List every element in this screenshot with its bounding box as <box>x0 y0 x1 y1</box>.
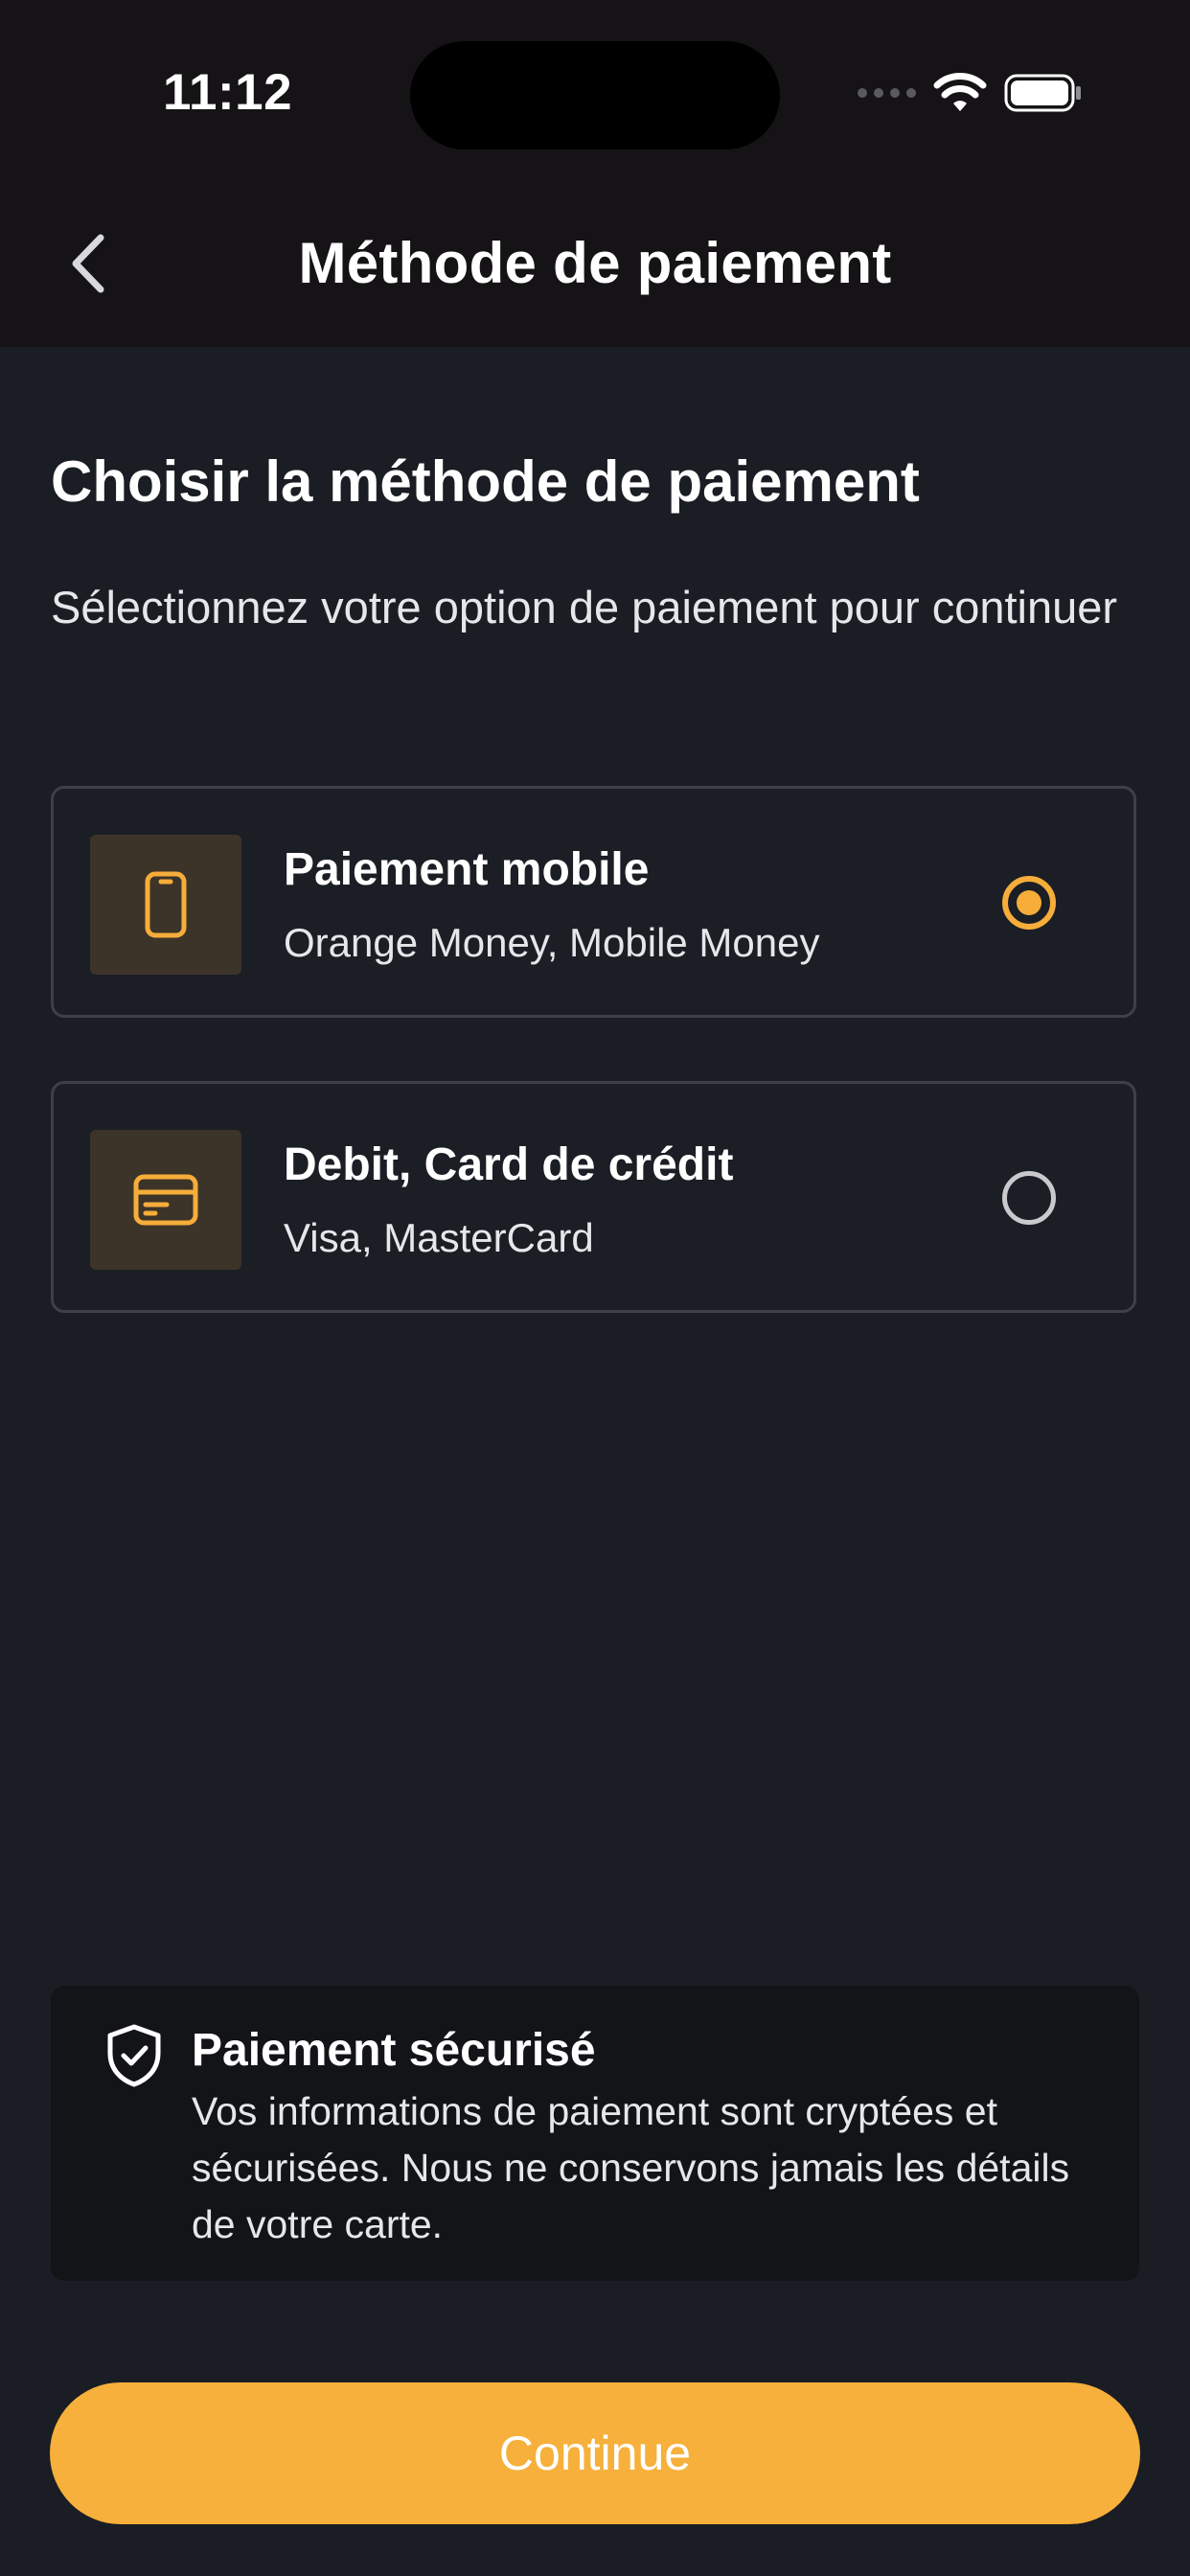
secure-payment-notice: Paiement sécurisé Vos informations de pa… <box>51 1986 1139 2281</box>
payment-method-screen: 11:12 Méthode de paiement Choisir la mét… <box>0 0 1190 2576</box>
battery-icon <box>1004 74 1081 112</box>
continue-button[interactable]: Continue <box>50 2382 1140 2524</box>
payment-option-mobile[interactable]: Paiement mobile Orange Money, Mobile Mon… <box>51 786 1136 1018</box>
signal-dots-icon <box>858 88 916 98</box>
option-title: Paiement mobile <box>284 844 650 895</box>
payment-option-card[interactable]: Debit, Card de crédit Visa, MasterCard <box>51 1081 1136 1313</box>
option-title: Debit, Card de crédit <box>284 1139 734 1190</box>
nav-title: Méthode de paiement <box>298 231 892 295</box>
dynamic-island <box>410 41 780 150</box>
option-icon-tile <box>90 1130 241 1270</box>
page-title: Choisir la méthode de paiement <box>51 449 920 514</box>
shield-check-icon <box>107 2024 161 2087</box>
secure-title: Paiement sécurisé <box>192 2025 596 2076</box>
page-subtitle: Sélectionnez votre option de paiement po… <box>51 582 1118 632</box>
option-subtitle: Visa, MasterCard <box>284 1215 594 1260</box>
credit-card-icon <box>133 1174 198 1226</box>
status-icons <box>858 73 1083 113</box>
option-icon-tile <box>90 835 241 975</box>
radio-unselected[interactable] <box>1002 1171 1056 1225</box>
wifi-icon <box>933 73 987 111</box>
radio-selected[interactable] <box>1002 876 1056 930</box>
nav-bar: Méthode de paiement <box>0 211 1190 316</box>
header: 11:12 Méthode de paiement <box>0 0 1190 347</box>
secure-text: Vos informations de paiement sont crypté… <box>192 2089 1070 2246</box>
status-time: 11:12 <box>163 64 293 121</box>
smartphone-icon <box>145 871 187 938</box>
option-subtitle: Orange Money, Mobile Money <box>284 920 820 965</box>
